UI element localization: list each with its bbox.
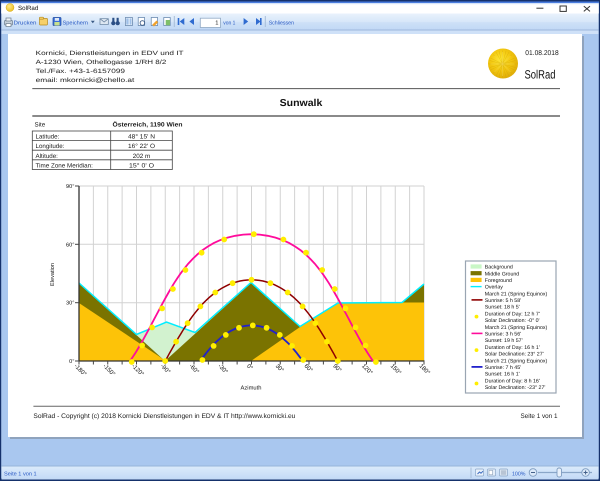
svg-text:48° 15' N: 48° 15' N [128,134,155,141]
svg-text:30°: 30° [66,301,74,307]
svg-text:Sunwalk: Sunwalk [280,98,323,109]
svg-text:Seite 1 von 1: Seite 1 von 1 [4,470,37,477]
svg-text:A-1230 Wien, Othellogasse 1/RH: A-1230 Wien, Othellogasse 1/RH 8/2 [36,59,167,66]
svg-text:Duration of Day: 16 h 1': Duration of Day: 16 h 1' [485,345,540,351]
svg-text:Time Zone Meridian:: Time Zone Meridian: [36,162,94,169]
svg-text:Duration of Day: 12 h 7': Duration of Day: 12 h 7' [485,311,540,317]
svg-text:Sunset: 19 h 57': Sunset: 19 h 57' [485,338,523,344]
svg-text:email: mkornicki@chello.at: email: mkornicki@chello.at [36,77,135,84]
svg-text:Solar Declination: -0° 0': Solar Declination: -0° 0' [485,318,540,324]
svg-text:Sunrise: 5 h 58': Sunrise: 5 h 58' [485,298,521,304]
svg-text:Tel./Fax. +43-1-6157099: Tel./Fax. +43-1-6157099 [36,68,126,75]
svg-text:1: 1 [215,21,218,27]
svg-text:16° 22' O: 16° 22' O [128,143,155,150]
svg-text:Sunrise: 7 h 45': Sunrise: 7 h 45' [485,365,521,371]
svg-text:von 1: von 1 [223,20,235,26]
svg-text:SolRad: SolRad [18,5,39,12]
svg-text:Speichern: Speichern [63,19,89,26]
svg-text:01.08.2018: 01.08.2018 [525,50,558,57]
svg-text:Altitude:: Altitude: [36,153,59,160]
svg-text:March 21 (Spring Equinox): March 21 (Spring Equinox) [485,358,548,364]
svg-text:202 m: 202 m [133,153,151,160]
svg-text:0°: 0° [69,359,74,365]
svg-text:March 21 (Spring Equinox): March 21 (Spring Equinox) [485,325,548,331]
svg-text:Duration of Day: 8 h 16': Duration of Day: 8 h 16' [485,378,540,384]
svg-text:15° 0' O: 15° 0' O [129,162,154,169]
svg-text:Background: Background [485,265,513,271]
svg-text:Drucken: Drucken [14,19,37,26]
svg-text:Longitude:: Longitude: [36,143,65,150]
svg-text:Site: Site [35,122,46,129]
svg-text:Overlay: Overlay [485,285,503,291]
svg-text:Elevation: Elevation [49,263,56,286]
svg-text:March 21 (Spring Equinox): March 21 (Spring Equinox) [485,291,548,297]
svg-text:100%: 100% [512,471,526,477]
svg-text:Seite 1 von 1: Seite 1 von 1 [521,413,558,420]
svg-text:SolRad - Copyright (c) 2018 Ko: SolRad - Copyright (c) 2018 Kornicki Die… [33,413,295,420]
svg-text:Kornicki, Dienstleistungen in: Kornicki, Dienstleistungen in EDV und IT [36,50,184,57]
svg-text:Schliessen: Schliessen [269,19,294,26]
svg-text:60°: 60° [66,242,74,248]
svg-text:Solar Declination: 23° 27': Solar Declination: 23° 27' [485,352,544,358]
svg-text:Foreground: Foreground [485,278,512,284]
svg-text:Azimuth: Azimuth [241,384,262,391]
svg-text:Middle Ground: Middle Ground [485,271,520,277]
svg-text:Solar Declination: -23° 27': Solar Declination: -23° 27' [485,385,546,391]
svg-text:Latitude:: Latitude: [36,134,60,141]
svg-text:90°: 90° [66,184,74,190]
svg-text:Österreich, 1190 Wien: Österreich, 1190 Wien [113,121,183,129]
svg-text:Sunrise: 3 h 56': Sunrise: 3 h 56' [485,332,521,338]
svg-text:SolRad: SolRad [525,67,556,81]
svg-text:Sunset: 18 h 5': Sunset: 18 h 5' [485,305,520,311]
svg-text:Sunset: 16 h 1': Sunset: 16 h 1' [485,372,520,378]
